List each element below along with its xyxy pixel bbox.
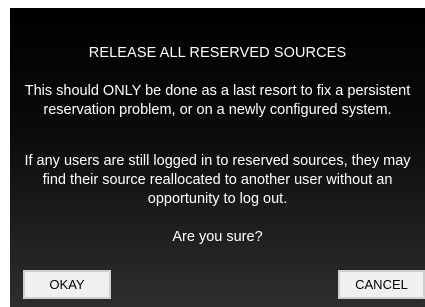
release-sources-dialog: RELEASE ALL RESERVED SOURCES This should… [10,8,425,307]
confirmation-question: Are you sure? [172,229,263,245]
okay-button[interactable]: OKAY [23,270,111,299]
cancel-button[interactable]: CANCEL [338,270,425,299]
warning-message: This should ONLY be done as a last resor… [24,83,411,118]
dialog-title: RELEASE ALL RESERVED SOURCES [88,45,347,61]
users-warning-message: If any users are still logged in to rese… [24,153,411,207]
